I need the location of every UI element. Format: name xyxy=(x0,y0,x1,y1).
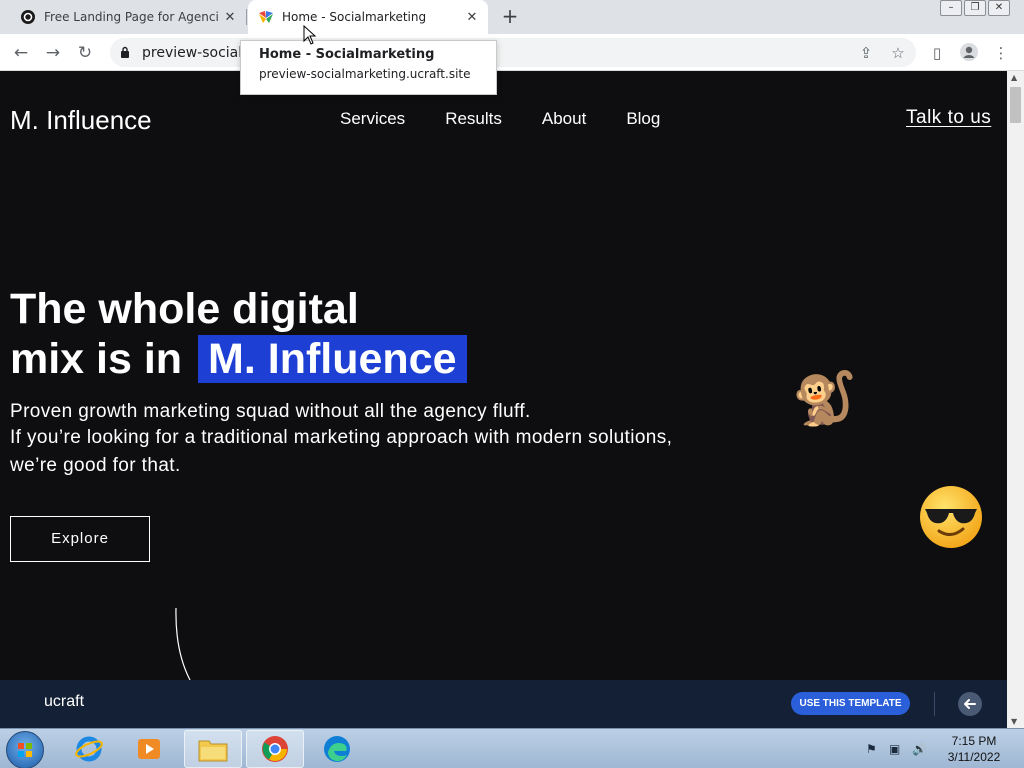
clock-date: 3/11/2022 xyxy=(947,750,1001,764)
nav-blog[interactable]: Blog xyxy=(626,109,660,129)
hero-heading-line1: The whole digital xyxy=(10,285,359,333)
tooltip-url: preview-socialmarketing.ucraft.site xyxy=(259,67,471,81)
share-icon[interactable]: ⇪ xyxy=(856,43,876,63)
close-window-icon[interactable]: ✕ xyxy=(988,0,1010,16)
hero-subtitle-line2: If you’re looking for a traditional mark… xyxy=(10,427,673,448)
hero-heading-line2: mix is in M. Influence xyxy=(10,335,467,384)
taskbar-clock[interactable]: 7:15 PM 3/11/2022 xyxy=(930,733,1018,765)
profile-avatar-icon[interactable] xyxy=(958,42,980,64)
ie-glyph xyxy=(75,736,103,762)
windows-logo xyxy=(18,743,32,757)
site-logo[interactable]: M. Influence xyxy=(10,105,152,136)
scroll-down-icon[interactable]: ▼ xyxy=(1011,717,1017,726)
plus-icon[interactable]: + xyxy=(498,5,522,29)
internet-explorer-icon[interactable] xyxy=(60,730,118,768)
network-icon[interactable]: ▣ xyxy=(889,742,905,756)
tab-home-socialmarketing[interactable]: Home - Socialmarketing ✕ xyxy=(248,0,488,34)
browser-tabstrip: Free Landing Page for Agencies - ✕ Home … xyxy=(0,0,1024,34)
nav-services[interactable]: Services xyxy=(340,109,405,129)
page-viewport: M. Influence Services Results About Blog… xyxy=(0,71,1007,680)
nav-results[interactable]: Results xyxy=(445,109,502,129)
explore-button[interactable]: Explore xyxy=(10,516,150,562)
system-tray: ⚑ ▣ 🔊 xyxy=(866,742,928,756)
edge-icon[interactable] xyxy=(308,730,366,768)
windows-start-icon[interactable] xyxy=(6,731,44,768)
tab-title: Free Landing Page for Agencies - xyxy=(44,10,218,24)
ucraft-logo[interactable]: ucraft xyxy=(44,693,84,711)
colorful-favicon-icon xyxy=(259,11,273,23)
windows-taskbar: ⚑ ▣ 🔊 7:15 PM 3/11/2022 xyxy=(0,728,1024,768)
clock-time: 7:15 PM xyxy=(951,734,997,748)
hero-subtitle-line1: Proven growth marketing squad without al… xyxy=(10,401,531,422)
talk-to-us-link[interactable]: Talk to us xyxy=(906,107,991,129)
scrollbar-thumb[interactable] xyxy=(1010,87,1021,123)
tab-free-landing-page[interactable]: Free Landing Page for Agencies - ✕ xyxy=(8,0,246,34)
file-explorer-icon[interactable] xyxy=(184,730,242,768)
ucraft-favicon-icon xyxy=(21,10,35,24)
site-navigation: Services Results About Blog xyxy=(340,109,660,129)
edge-glyph xyxy=(324,736,350,762)
tab-hover-tooltip: Home - Socialmarketing preview-socialmar… xyxy=(240,40,497,95)
bar-divider xyxy=(934,692,935,716)
tab-close-icon[interactable]: ✕ xyxy=(460,10,484,25)
forward-arrow-icon[interactable]: → xyxy=(40,40,66,66)
window-controls: – ❐ ✕ xyxy=(940,0,1010,16)
reload-icon[interactable]: ↻ xyxy=(72,40,98,66)
tab-close-icon[interactable]: ✕ xyxy=(218,10,242,25)
nav-about[interactable]: About xyxy=(542,109,586,129)
decorative-curve xyxy=(175,607,191,680)
tab-title: Home - Socialmarketing xyxy=(282,10,427,24)
folder-glyph xyxy=(198,740,228,762)
restore-icon[interactable]: ❐ xyxy=(964,0,986,16)
media-player-icon[interactable] xyxy=(120,730,178,768)
chrome-glyph xyxy=(262,736,288,762)
mouse-cursor-icon xyxy=(303,25,317,45)
left-arrow-icon[interactable] xyxy=(958,692,982,716)
ucraft-preview-bar: ucraft USE THIS TEMPLATE xyxy=(0,680,1007,728)
volume-icon[interactable]: 🔊 xyxy=(912,742,928,756)
sunglasses-emoji-icon xyxy=(920,486,982,548)
tooltip-title: Home - Socialmarketing xyxy=(259,47,435,62)
address-bar[interactable]: preview-socialmarketing.ucraft.site ⇪ ☆ xyxy=(110,38,916,67)
minimize-icon[interactable]: – xyxy=(940,0,962,16)
hero-heading-prefix: mix is in xyxy=(10,335,183,383)
scroll-up-icon[interactable]: ▲ xyxy=(1011,73,1017,82)
back-arrow-icon[interactable]: ← xyxy=(8,40,34,66)
media-glyph xyxy=(138,739,160,759)
monkey-emoji-icon: 🐒 xyxy=(792,369,857,429)
tab-separator xyxy=(246,9,247,25)
hero-subtitle-line3: we’re good for that. xyxy=(10,455,181,476)
browser-toolbar: ← → ↻ preview-socialmarketing.ucraft.sit… xyxy=(0,34,1024,71)
action-center-flag-icon[interactable]: ⚑ xyxy=(866,742,882,756)
bookmark-star-icon[interactable]: ☆ xyxy=(888,43,908,63)
page-scrollbar[interactable]: ▲ ▼ xyxy=(1007,71,1024,728)
lock-icon xyxy=(121,46,129,58)
hero-heading-highlight: M. Influence xyxy=(198,335,467,383)
side-panel-icon[interactable]: ▯ xyxy=(926,42,948,64)
arrow-glyph xyxy=(964,699,976,709)
use-this-template-button[interactable]: USE THIS TEMPLATE xyxy=(791,692,910,715)
chrome-icon[interactable] xyxy=(246,730,304,768)
kebab-menu-icon[interactable]: ⋮ xyxy=(990,42,1012,64)
avatar xyxy=(960,43,978,61)
